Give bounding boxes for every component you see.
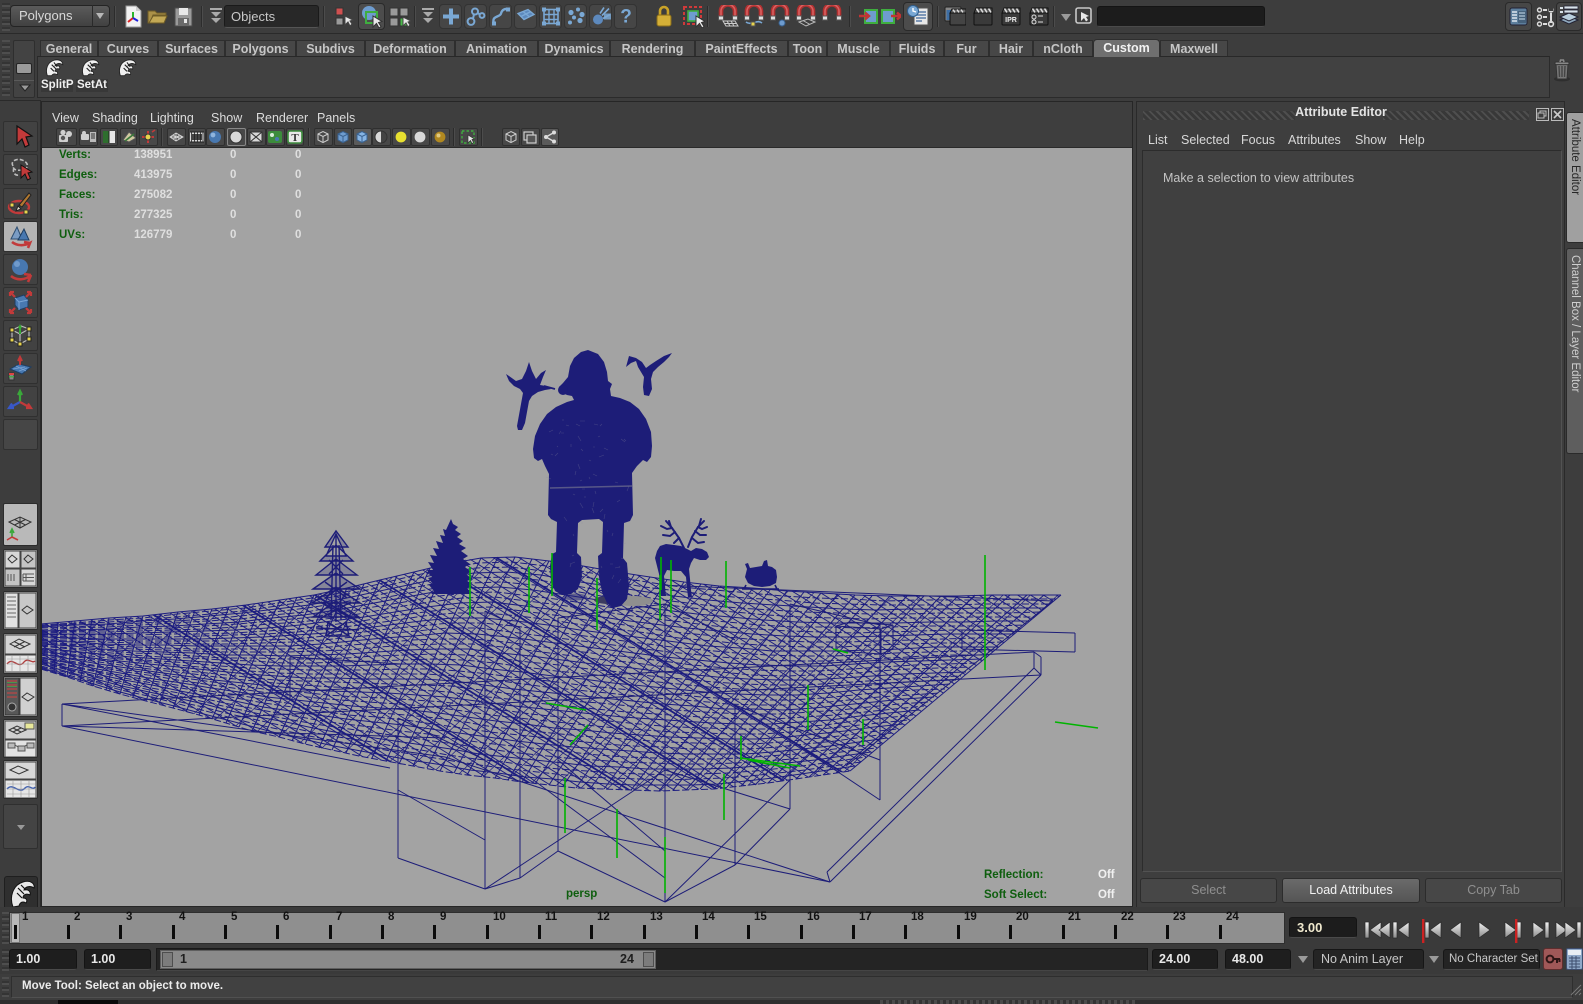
- svg-text:?: ?: [620, 7, 632, 28]
- svg-text:T: T: [291, 132, 299, 144]
- svg-text:IPR: IPR: [1005, 17, 1017, 24]
